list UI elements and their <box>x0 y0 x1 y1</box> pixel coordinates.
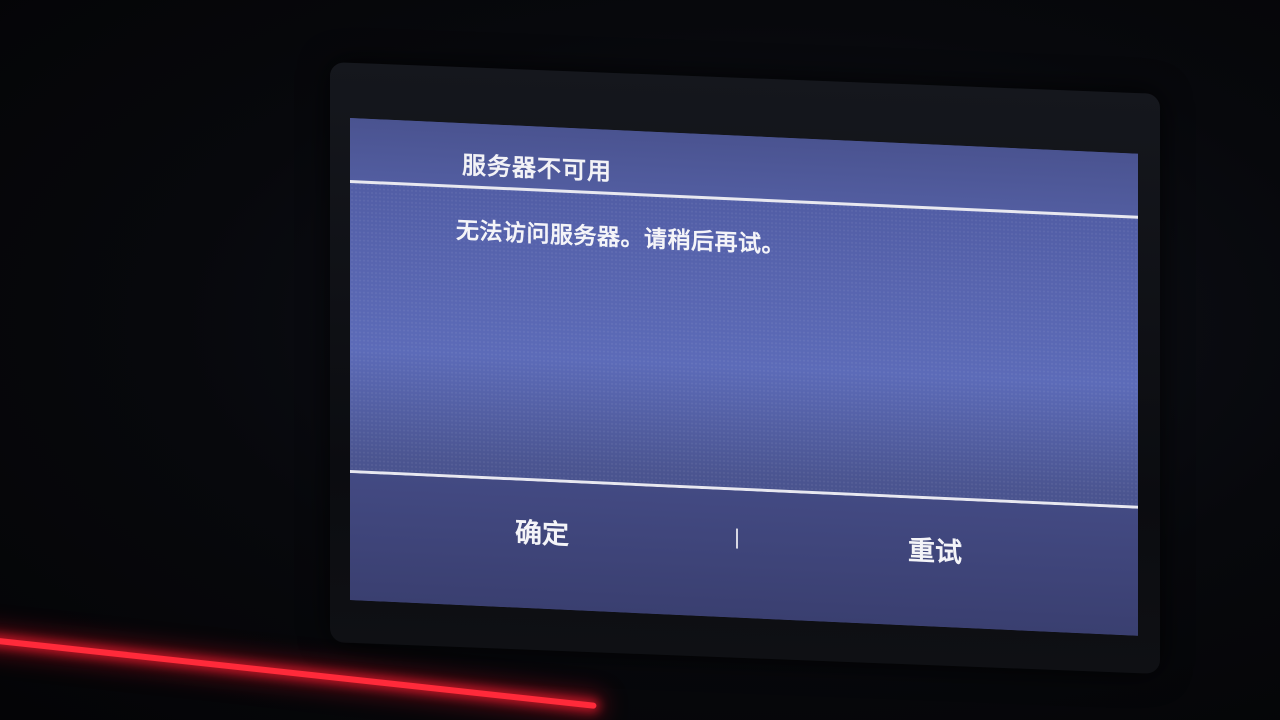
dialog-title: 服务器不可用 <box>462 151 612 186</box>
button-separator <box>736 528 738 549</box>
retry-button[interactable]: 重试 <box>898 524 972 574</box>
dialog-message: 无法访问服务器。请稍后再试。 <box>456 217 785 259</box>
ok-button[interactable]: 确定 <box>505 506 579 556</box>
car-dashboard-scene: 服务器不可用 无法访问服务器。请稍后再试。 确定 重试 <box>0 0 1280 720</box>
infotainment-screen: 服务器不可用 无法访问服务器。请稍后再试。 确定 重试 <box>350 118 1138 636</box>
